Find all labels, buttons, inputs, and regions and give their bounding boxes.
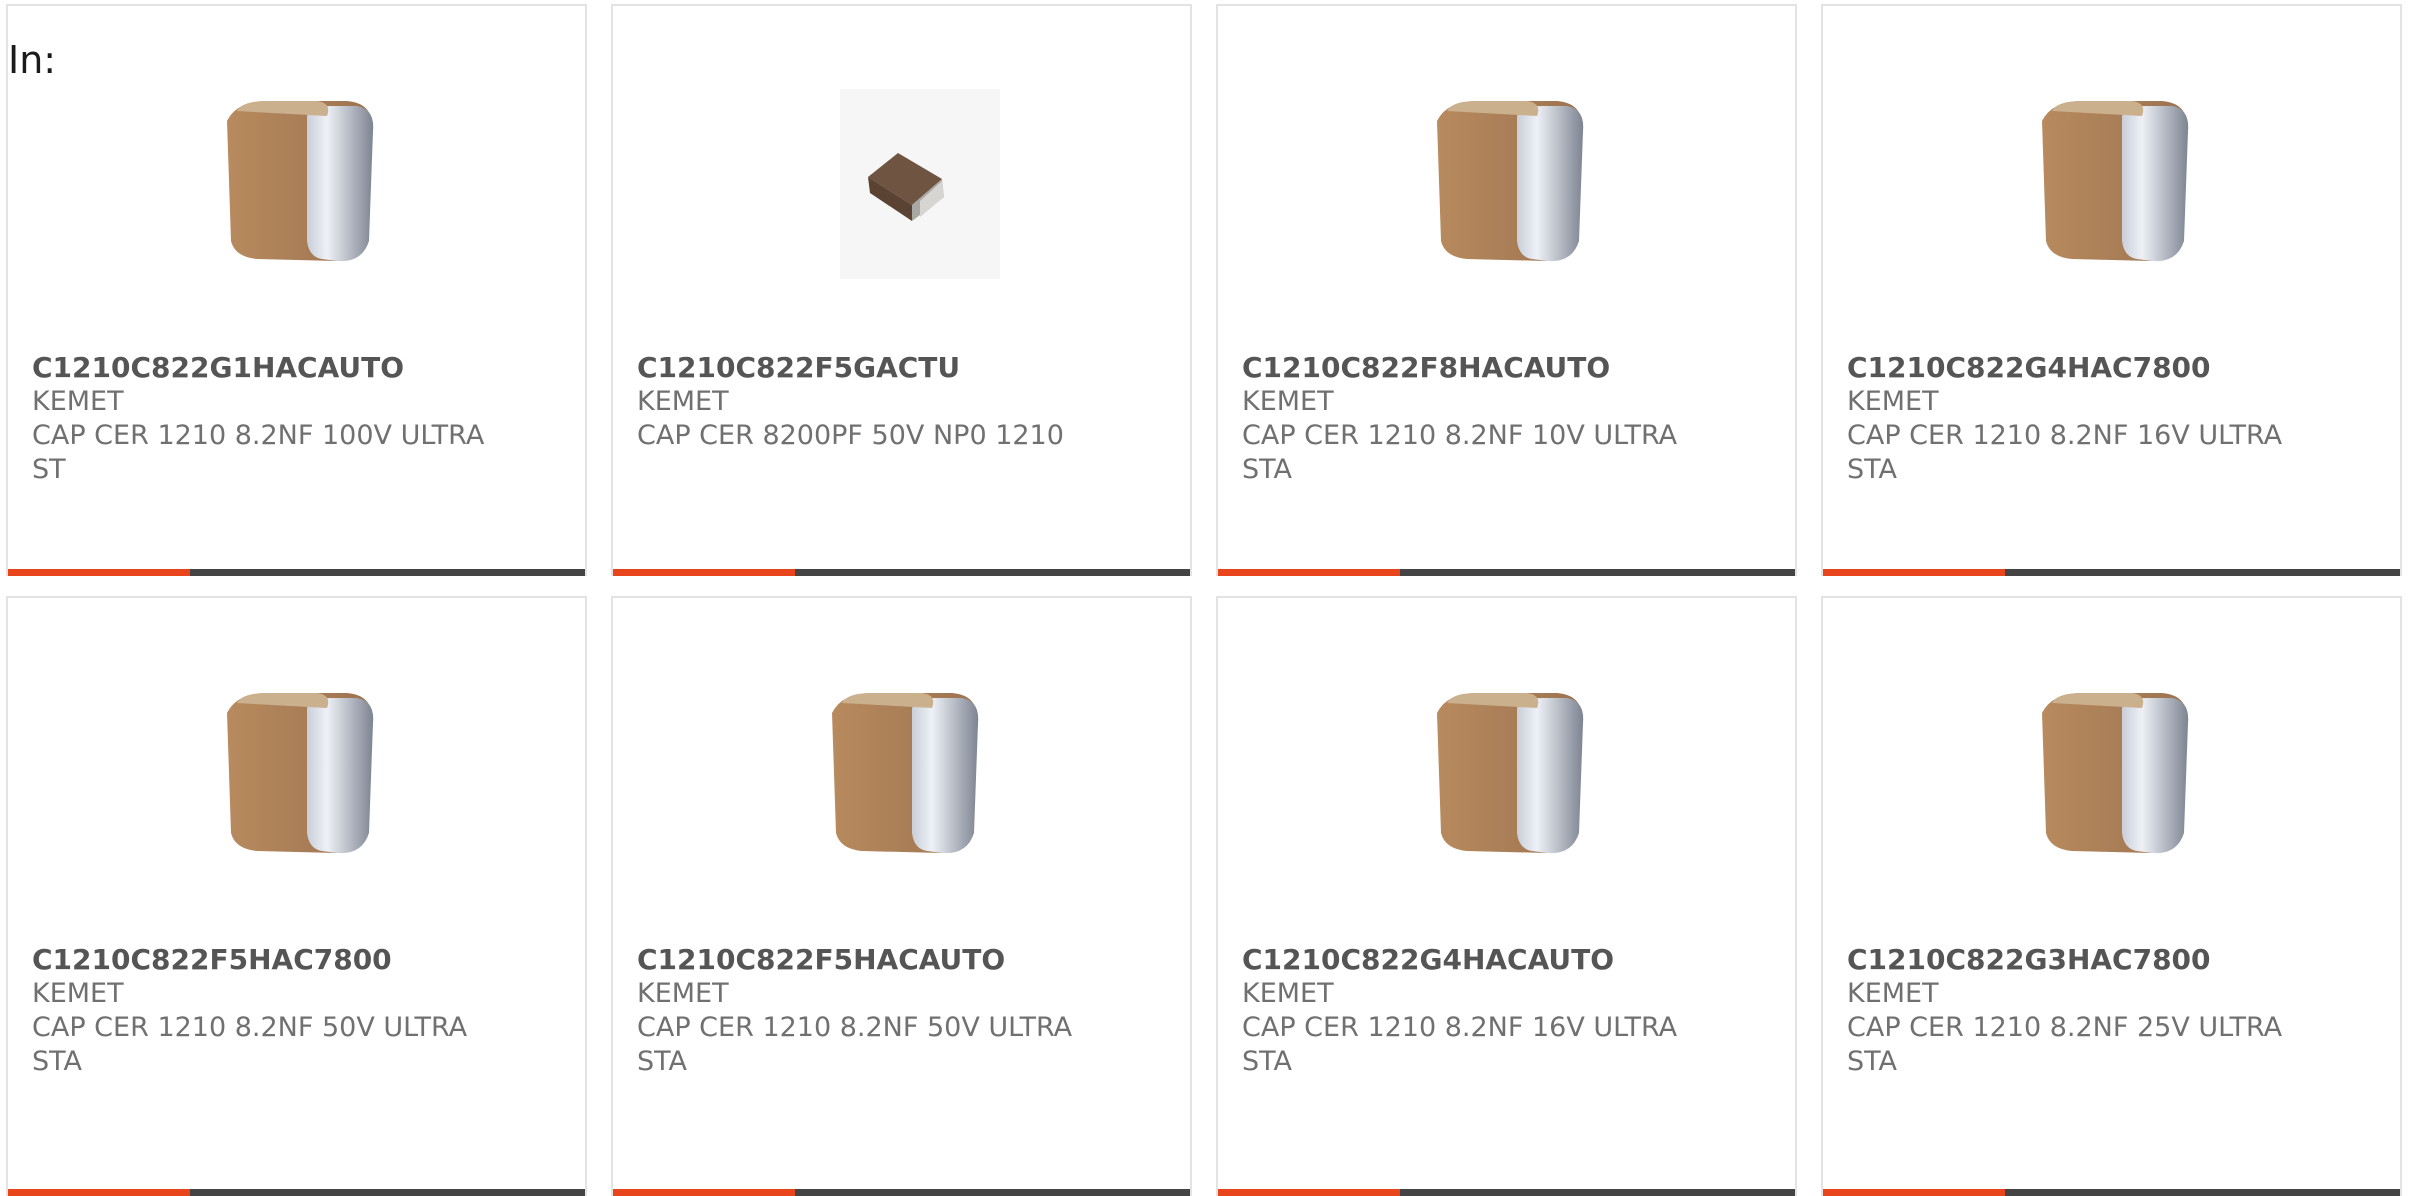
capacitor-image [2041, 693, 2188, 854]
card-accent [8, 569, 190, 576]
product-card[interactable]: C1210C822G3HAC7800 KEMET CAP CER 1210 8.… [1821, 596, 2402, 1196]
product-card[interactable]: C1210C822F5GACTU KEMET CAP CER 8200PF 50… [611, 4, 1192, 576]
part-number[interactable]: C1210C822G1HACAUTO [32, 351, 561, 385]
card-bottom-bar [1218, 569, 1795, 576]
capacitor-image [831, 693, 978, 854]
part-number[interactable]: C1210C822G3HAC7800 [1847, 943, 2376, 977]
capacitor-image [1436, 101, 1583, 262]
card-bottom-bar [1823, 569, 2400, 576]
product-image [1823, 76, 2400, 286]
part-number[interactable]: C1210C822F5HACAUTO [637, 943, 1166, 977]
capacitor-image [839, 89, 1000, 279]
in-label: In: [8, 38, 57, 82]
description: CAP CER 1210 8.2NF 16V ULTRA STA [1242, 1012, 1678, 1077]
product-card[interactable]: C1210C822F5HAC7800 KEMET CAP CER 1210 8.… [6, 596, 587, 1196]
manufacturer: KEMET [1242, 386, 1334, 417]
capacitor-image [226, 101, 373, 262]
product-card[interactable]: C1210C822G4HACAUTO KEMET CAP CER 1210 8.… [1216, 596, 1797, 1196]
card-accent [1218, 1189, 1400, 1196]
card-accent [1823, 569, 2005, 576]
product-image [1823, 668, 2400, 878]
product-card[interactable]: C1210C822F5HACAUTO KEMET CAP CER 1210 8.… [611, 596, 1192, 1196]
capacitor-image [1436, 693, 1583, 854]
part-number[interactable]: C1210C822F5HAC7800 [32, 943, 561, 977]
card-bottom-bar [8, 1189, 585, 1196]
product-image [8, 668, 585, 878]
part-number[interactable]: C1210C822G4HAC7800 [1847, 351, 2376, 385]
product-card[interactable]: C1210C822F8HACAUTO KEMET CAP CER 1210 8.… [1216, 4, 1797, 576]
description: CAP CER 1210 8.2NF 50V ULTRA STA [637, 1012, 1073, 1077]
card-accent [8, 1189, 190, 1196]
product-card[interactable]: C1210C822G1HACAUTO KEMET CAP CER 1210 8.… [6, 4, 587, 576]
manufacturer: KEMET [32, 386, 124, 417]
part-number[interactable]: C1210C822F5GACTU [637, 351, 1166, 385]
card-accent [1218, 569, 1400, 576]
card-bottom-bar [613, 1189, 1190, 1196]
manufacturer: KEMET [1847, 978, 1939, 1009]
card-accent [1823, 1189, 2005, 1196]
manufacturer: KEMET [1242, 978, 1334, 1009]
card-bottom-bar [1823, 1189, 2400, 1196]
card-accent [613, 1189, 795, 1196]
description: CAP CER 8200PF 50V NP0 1210 [637, 420, 1064, 451]
card-bottom-bar [1218, 1189, 1795, 1196]
card-accent [613, 569, 795, 576]
card-bottom-bar [8, 569, 585, 576]
capacitor-image [226, 693, 373, 854]
part-number[interactable]: C1210C822G4HACAUTO [1242, 943, 1771, 977]
card-bottom-bar [613, 569, 1190, 576]
description: CAP CER 1210 8.2NF 50V ULTRA STA [32, 1012, 468, 1077]
description: CAP CER 1210 8.2NF 10V ULTRA STA [1242, 420, 1678, 485]
product-grid: C1210C822G1HACAUTO KEMET CAP CER 1210 8.… [6, 4, 2402, 1196]
part-number[interactable]: C1210C822F8HACAUTO [1242, 351, 1771, 385]
product-image [1218, 668, 1795, 878]
manufacturer: KEMET [32, 978, 124, 1009]
product-image [613, 76, 1190, 286]
product-image [8, 76, 585, 286]
product-image [613, 668, 1190, 878]
manufacturer: KEMET [637, 978, 729, 1009]
description: CAP CER 1210 8.2NF 25V ULTRA STA [1847, 1012, 2283, 1077]
capacitor-image [2041, 101, 2188, 262]
description: CAP CER 1210 8.2NF 100V ULTRA ST [32, 420, 485, 485]
product-card[interactable]: C1210C822G4HAC7800 KEMET CAP CER 1210 8.… [1821, 4, 2402, 576]
product-image [1218, 76, 1795, 286]
manufacturer: KEMET [637, 386, 729, 417]
manufacturer: KEMET [1847, 386, 1939, 417]
description: CAP CER 1210 8.2NF 16V ULTRA STA [1847, 420, 2283, 485]
